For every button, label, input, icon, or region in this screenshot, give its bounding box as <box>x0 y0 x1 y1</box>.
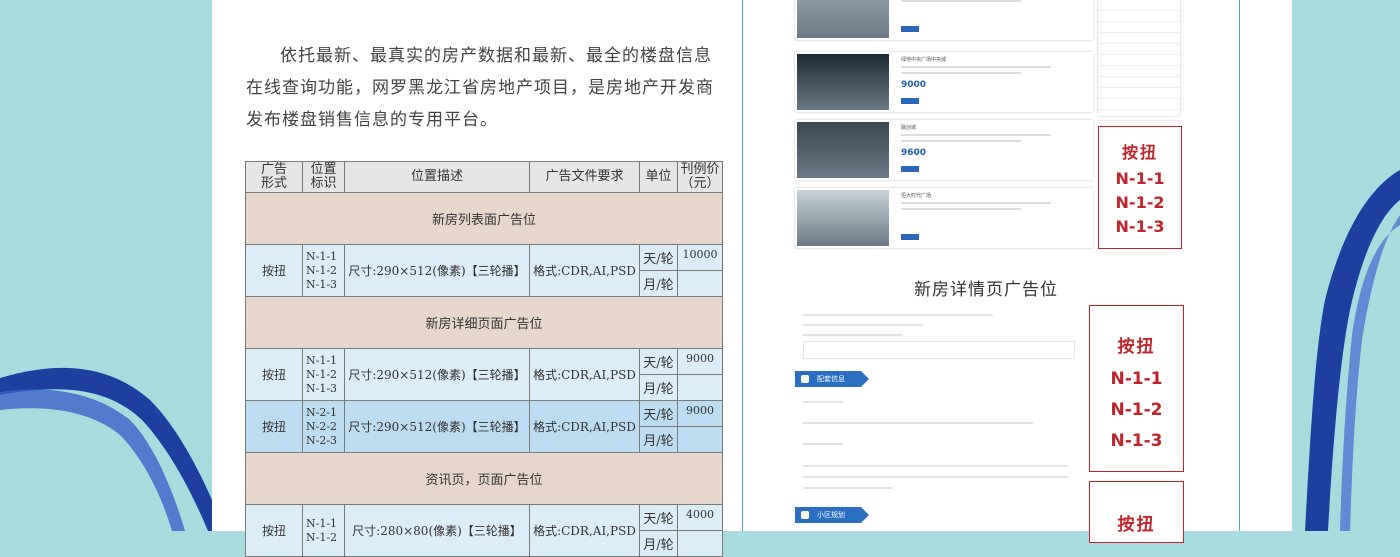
unit-cell: 月/轮 <box>639 374 678 401</box>
unit-header: 单位 <box>639 161 678 193</box>
slot-id: N-1-3 <box>1110 431 1163 451</box>
unit-cell: 月/轮 <box>639 530 678 557</box>
tab-strip <box>803 341 1075 359</box>
blue-ribbon-left <box>0 367 225 531</box>
price-cell <box>677 374 723 401</box>
file-req-header: 广告文件要求 <box>529 161 640 193</box>
file-req-cell: 格式:CDR,AI,PSD <box>529 244 640 297</box>
section-title: 资讯页，页面广告位 <box>245 452 723 505</box>
detail-ad-button-slot-list-2: 按扭 <box>1089 481 1184 543</box>
table-body: 新房列表面广告位 按扭 N-1-1 N-1-2 N-1-3 尺寸:290×512(像素… <box>245 192 723 557</box>
section-row: 资讯页，页面广告位 <box>245 452 723 505</box>
person-icon <box>801 511 809 519</box>
section-title: 新房列表面广告位 <box>245 192 723 245</box>
listing-name: 融创城 <box>901 125 917 131</box>
slot-id: N-1-1 <box>1115 169 1165 188</box>
position-desc-cell: 尺寸:290×512(像素)【三轮播】 <box>344 400 530 453</box>
ad-form-cell: 按扭 <box>245 348 303 401</box>
position-id-cell: N-1-1 N-1-2 N-1-3 <box>302 244 345 297</box>
slot-id: N-1-2 <box>1110 400 1163 420</box>
unit-cell: 月/轮 <box>639 426 678 453</box>
listing-price: 9600 <box>901 148 927 158</box>
detail-page-title: 新房详情页广告位 <box>914 280 1058 300</box>
file-req-cell: 格式:CDR,AI,PSD <box>529 348 640 401</box>
unit-cell: 月/轮 <box>639 270 678 297</box>
intro-paragraph: 依托最新、最真实的房产数据和最新、最全的楼盘信息在线查询功能，网罗黑龙江省房地产… <box>246 40 726 136</box>
price-sidebar-list <box>1098 0 1180 121</box>
listing-card: 恒大时代广场 <box>795 188 1093 248</box>
cart-icon <box>801 375 809 383</box>
table-row: 按扭 N-1-1 N-1-2 尺寸:280×80(像素)【三轮播】 格式:CDR,AI… <box>245 504 723 557</box>
intro-text: 依托最新、最真实的房产数据和最新、最全的楼盘信息在线查询功能，网罗黑龙江省房地产… <box>246 46 714 130</box>
price-cell <box>677 426 723 453</box>
listing-thumbnail <box>797 122 889 178</box>
section-row: 新房列表面广告位 <box>245 192 723 245</box>
position-desc-header: 位置描述 <box>344 161 530 193</box>
price-cell <box>677 270 723 297</box>
listing-thumbnail <box>797 0 889 38</box>
section-band-facilities: 配套信息 <box>795 371 869 387</box>
listing-name: 绿地中央广场中央城 <box>901 57 947 63</box>
price-cell <box>677 530 723 557</box>
unit-cell: 天/轮 <box>639 504 678 531</box>
band-label: 小区规划 <box>817 511 845 519</box>
listing-card: 融创城 9600 <box>795 120 1093 180</box>
ad-form-cell: 按扭 <box>245 244 303 297</box>
section-row: 新房详细页面广告位 <box>245 296 723 349</box>
table-row: 按扭 N-1-1 N-1-2 N-1-3 尺寸:290×512(像素)【三轮播】 格式… <box>245 348 723 401</box>
listing-price: 9000 <box>901 80 927 90</box>
price-cell: 9000 <box>677 400 723 427</box>
unit-cell: 天/轮 <box>639 244 678 271</box>
listing-tag <box>901 234 919 240</box>
price-cell: 10000 <box>677 244 723 271</box>
position-desc-cell: 尺寸:290×512(像素)【三轮播】 <box>344 244 530 297</box>
slot-label: 按扭 <box>1117 515 1156 535</box>
ad-pricing-table: 广告 形式 位置 标识 位置描述 广告文件要求 单位 刊例价 （元） 新房列表面广告位 按扭… <box>245 161 723 557</box>
price-cell: 9000 <box>677 348 723 375</box>
ad-form-cell: 按扭 <box>245 400 303 453</box>
section-band-community-plan: 小区规划 <box>795 507 869 523</box>
table-header-row: 广告 形式 位置 标识 位置描述 广告文件要求 单位 刊例价 （元） <box>245 161 723 193</box>
slot-id: N-1-1 <box>1110 369 1163 389</box>
position-id-cell: N-1-1 N-1-2 N-1-3 <box>302 348 345 401</box>
slot-label: 按扭 <box>1117 337 1156 357</box>
unit-cell: 天/轮 <box>639 400 678 427</box>
ad-button-slot-list: 按扭 N-1-1 N-1-2 N-1-3 <box>1098 126 1182 249</box>
slot-id: N-1-2 <box>1115 193 1165 212</box>
ad-placement-preview: 绿地中央广场中央城 9000 融创城 9600 恒大时代广场 按扭 N-1-1 N-1-… <box>742 0 1240 543</box>
listing-thumbnail <box>797 54 889 110</box>
price-cell: 4000 <box>677 504 723 531</box>
table-row: 按扭 N-2-1 N-2-2 N-2-3 尺寸:290×512(像素)【三轮播】 格式… <box>245 400 723 453</box>
table-row: 按扭 N-1-1 N-1-2 N-1-3 尺寸:290×512(像素)【三轮播】 格式… <box>245 244 723 297</box>
price-header: 刊例价 （元） <box>677 161 723 193</box>
listing-tag <box>901 166 919 172</box>
listing-card <box>795 0 1093 40</box>
slot-label: 按扭 <box>1121 143 1158 162</box>
listing-thumbnail <box>797 190 889 246</box>
listing-name: 恒大时代广场 <box>901 193 932 199</box>
file-req-cell: 格式:CDR,AI,PSD <box>529 400 640 453</box>
position-id-cell: N-2-1 N-2-2 N-2-3 <box>302 400 345 453</box>
section-title: 新房详细页面广告位 <box>245 296 723 349</box>
unit-cell: 天/轮 <box>639 348 678 375</box>
listing-tag <box>901 26 919 32</box>
position-desc-cell: 尺寸:290×512(像素)【三轮播】 <box>344 348 530 401</box>
position-id-header: 位置 标识 <box>302 161 345 193</box>
detail-ad-button-slot-list: 按扭 N-1-1 N-1-2 N-1-3 <box>1089 305 1184 472</box>
ad-form-header: 广告 形式 <box>245 161 303 193</box>
listing-tag <box>901 98 919 104</box>
slot-id: N-1-3 <box>1115 217 1165 236</box>
band-label: 配套信息 <box>817 375 845 383</box>
listing-card: 绿地中央广场中央城 9000 <box>795 52 1093 112</box>
